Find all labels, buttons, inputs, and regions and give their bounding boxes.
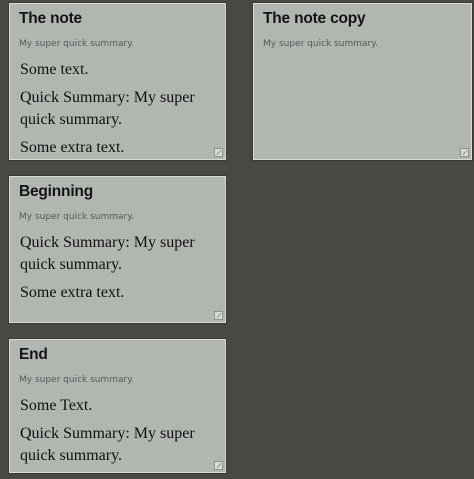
- resize-handle-icon[interactable]: [214, 311, 223, 320]
- note-body[interactable]: Some text. Quick Summary: My super quick…: [20, 59, 215, 165]
- note-card-the-note[interactable]: The note My super quick summary. Some te…: [9, 3, 226, 160]
- note-summary: My super quick summary.: [263, 39, 379, 49]
- note-paragraph: Quick Summary: My super quick summary.: [20, 425, 195, 464]
- note-body[interactable]: Some Text. Quick Summary: My super quick…: [20, 395, 215, 473]
- note-summary: My super quick summary.: [19, 212, 135, 222]
- note-title: The note: [19, 10, 82, 27]
- note-body[interactable]: Quick Summary: My super quick summary. S…: [20, 232, 215, 310]
- note-card-beginning[interactable]: Beginning My super quick summary. Quick …: [9, 176, 226, 323]
- note-title: The note copy: [263, 10, 366, 27]
- note-paragraph: Some extra text.: [20, 284, 125, 301]
- note-summary: My super quick summary.: [19, 375, 135, 385]
- note-card-end[interactable]: End My super quick summary. Some Text. Q…: [9, 339, 226, 473]
- note-paragraph: Some text.: [20, 61, 89, 78]
- note-title: Beginning: [19, 183, 93, 200]
- note-paragraph: Some Text.: [20, 397, 93, 414]
- note-paragraph: Quick Summary: My super quick summary.: [20, 234, 195, 273]
- note-paragraph: Some extra text.: [20, 139, 125, 156]
- note-card-the-note-copy[interactable]: The note copy My super quick summary.: [253, 3, 472, 160]
- resize-handle-icon[interactable]: [214, 148, 223, 157]
- note-title: End: [19, 346, 48, 363]
- note-summary: My super quick summary.: [19, 39, 135, 49]
- resize-handle-icon[interactable]: [460, 148, 469, 157]
- resize-handle-icon[interactable]: [214, 461, 223, 470]
- note-paragraph: Quick Summary: My super quick summary.: [20, 89, 195, 128]
